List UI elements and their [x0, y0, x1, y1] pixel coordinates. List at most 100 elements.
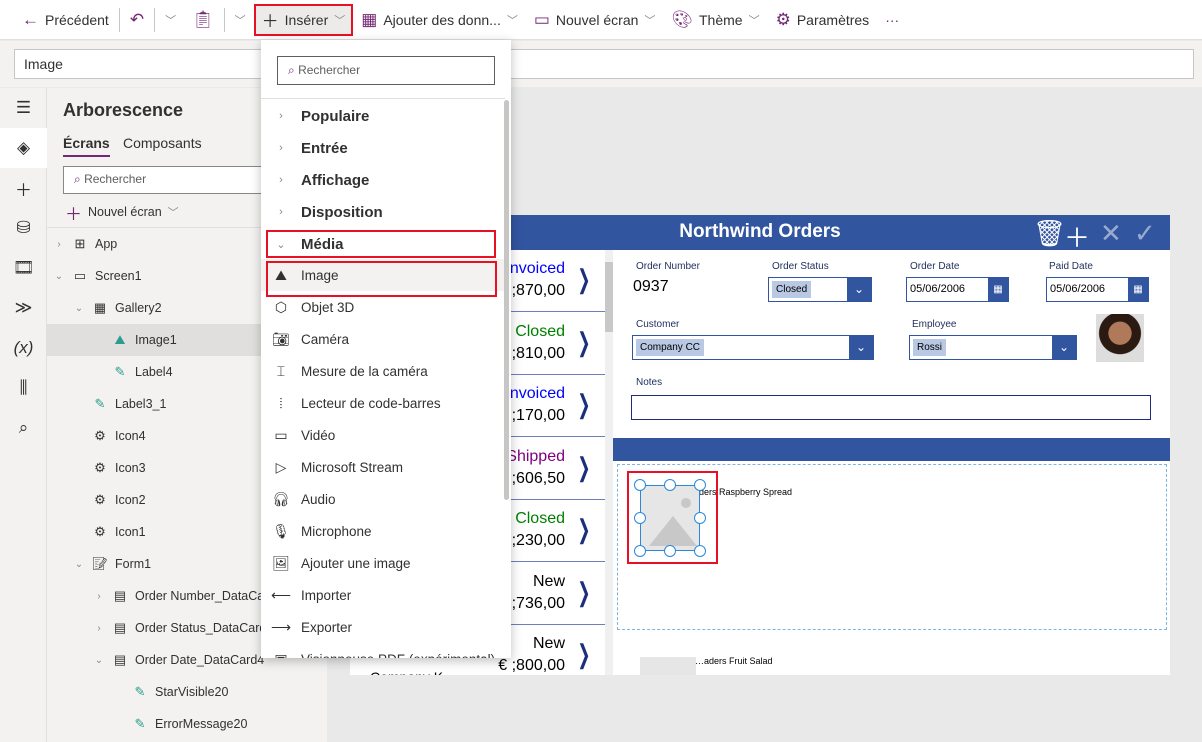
clipboard-icon: 📋︎: [192, 9, 214, 29]
chevron-icon[interactable]: ›: [93, 591, 105, 602]
control-name-input[interactable]: Image: [14, 49, 1194, 79]
menu-item[interactable]: ⟶ Exporter: [261, 611, 505, 643]
employee-dropdown[interactable]: Rossi ⌄: [909, 335, 1077, 360]
paid-date-picker[interactable]: 05/06/2006 ▦: [1046, 277, 1149, 302]
chevron-icon[interactable]: ⌄: [73, 559, 85, 570]
tree-node[interactable]: ✎ ErrorMessage20: [47, 708, 327, 740]
menu-item[interactable]: ▭ Vidéo: [261, 419, 505, 451]
chevron-right-icon[interactable]: ❯: [578, 639, 591, 670]
chevron-icon[interactable]: ⌄: [53, 271, 65, 282]
menu-scrollbar[interactable]: [504, 100, 509, 500]
order-status-dropdown[interactable]: Closed ⌄: [768, 277, 872, 302]
search-icon[interactable]: ⌕: [0, 408, 47, 448]
check-icon[interactable]: ✓: [1134, 218, 1156, 249]
chevron-icon[interactable]: ›: [93, 623, 105, 634]
plus-icon: ＋: [261, 12, 279, 31]
microphone-icon: 🎙︎: [272, 522, 290, 539]
more-button[interactable]: ···: [877, 4, 907, 36]
app-icon: ⊞: [74, 236, 86, 251]
database-icon[interactable]: ⛁: [0, 208, 47, 248]
menu-icon[interactable]: ☰: [0, 88, 47, 128]
highlight-image1: [627, 471, 718, 564]
menu-item[interactable]: ▣Visionneuse PDF (expérimental): [261, 643, 505, 659]
chevron-icon: ›: [279, 142, 283, 154]
menu-item[interactable]: 🎧︎ Audio: [261, 483, 505, 515]
chevron-down-icon: ⌄: [847, 278, 871, 301]
chevron-right-icon[interactable]: ❯: [578, 577, 591, 608]
search-icon: ⌕: [288, 63, 295, 77]
power-automate-icon[interactable]: ≫: [0, 288, 47, 328]
palette-icon: 🎨︎: [671, 9, 693, 29]
chevron-right-icon[interactable]: ❯: [578, 264, 591, 295]
new-screen-icon: ▭: [533, 9, 550, 29]
chevron-right-icon[interactable]: ❯: [578, 514, 591, 545]
notes-input[interactable]: [631, 395, 1151, 420]
tree-node[interactable]: ✎ StarVisible20: [47, 676, 327, 708]
menu-search-input[interactable]: ⌕ Rechercher: [277, 56, 495, 85]
menu-item[interactable]: ⌶ Mesure de la caméra: [261, 355, 505, 387]
chevron-right-icon[interactable]: ❯: [578, 389, 591, 420]
label-icon: ✎: [94, 396, 106, 411]
settings-button[interactable]: ⚙ Paramètres: [768, 4, 878, 36]
chevron-down-icon: ﹀: [748, 14, 760, 27]
theme-button[interactable]: 🎨︎ Thème ﹀: [663, 4, 767, 36]
add-icon[interactable]: ＋: [1064, 218, 1090, 255]
trash-icon[interactable]: 🗑︎: [1033, 218, 1066, 249]
menu-category[interactable]: › Populaire: [261, 100, 505, 132]
undo-button[interactable]: ↶: [122, 4, 152, 36]
tab-components[interactable]: Composants: [123, 135, 202, 151]
new-screen-button[interactable]: ▭ Nouvel écran ﹀: [526, 4, 664, 36]
menu-category[interactable]: › Affichage: [261, 164, 505, 196]
chevron-down-icon: ﹀: [506, 14, 518, 27]
cancel-icon[interactable]: ✕: [1100, 218, 1122, 249]
gear-icon: ⚙: [775, 9, 791, 29]
form-icon: 📝︎: [91, 556, 109, 571]
chevron-down-icon: ﹀: [334, 14, 346, 27]
left-rail: ☰ ◈ ＋ ⛁ 🎞︎ ≫ (x) ⫼ ⌕: [0, 88, 47, 742]
paste-dropdown[interactable]: ﹀: [227, 4, 254, 36]
chevron-right-icon[interactable]: ❯: [578, 327, 591, 358]
undo-icon: ↶: [129, 9, 145, 29]
label-icon: ✎: [134, 684, 146, 699]
datacard-icon: ▤: [113, 652, 127, 667]
variables-icon[interactable]: (x): [0, 328, 47, 368]
barcode-icon: ⦙: [279, 394, 283, 411]
paste-button[interactable]: 📋︎: [184, 4, 222, 36]
menu-item[interactable]: ⦙ Lecteur de code-barres: [261, 387, 505, 419]
menu-item[interactable]: 📷︎ Caméra: [261, 323, 505, 355]
menu-item[interactable]: ⟵ Importer: [261, 579, 505, 611]
pdf-icon: ▣: [261, 651, 301, 659]
order-date-picker[interactable]: 05/06/2006 ▦: [906, 277, 1009, 302]
order-number-label: Order Number: [636, 261, 700, 272]
chevron-icon[interactable]: ›: [53, 239, 65, 250]
formula-bar: Image: [0, 41, 1202, 87]
insert-button[interactable]: ＋ Insérer ﹀: [253, 3, 354, 36]
gallery-scrollbar[interactable]: [605, 250, 613, 675]
chevron-down-icon: ﹀: [165, 14, 177, 27]
chevron-icon[interactable]: ⌄: [93, 655, 105, 666]
chevron-right-icon[interactable]: ❯: [578, 452, 591, 483]
measure-icon: ⌶: [276, 362, 286, 379]
chevron-icon[interactable]: ⌄: [73, 303, 85, 314]
tools-icon[interactable]: ⫼: [0, 368, 47, 408]
menu-item[interactable]: 🖼︎ Ajouter une image: [261, 547, 505, 579]
icons-icon: ⚙: [94, 460, 106, 475]
menu-category[interactable]: › Entrée: [261, 132, 505, 164]
camera-icon: 📷︎: [272, 330, 290, 347]
customer-dropdown[interactable]: Company CC ⌄: [632, 335, 874, 360]
chevron-icon: ›: [279, 110, 283, 122]
undo-dropdown[interactable]: ﹀: [157, 4, 184, 36]
menu-category[interactable]: › Disposition: [261, 196, 505, 228]
export-icon: ⟶: [270, 618, 292, 635]
icons-icon: ⚙: [94, 428, 106, 443]
layers-icon[interactable]: ◈: [0, 128, 47, 168]
customer-label: Customer: [636, 319, 680, 330]
add-data-button[interactable]: ▦ Ajouter des donn... ﹀: [353, 4, 526, 36]
details-header: [613, 438, 1170, 461]
menu-item[interactable]: ▷ Microsoft Stream: [261, 451, 505, 483]
tab-screens[interactable]: Écrans: [63, 135, 110, 157]
menu-item[interactable]: 🎙︎ Microphone: [261, 515, 505, 547]
media-icon[interactable]: 🎞︎: [0, 248, 47, 288]
back-button[interactable]: ← Précédent: [14, 4, 117, 36]
plus-icon[interactable]: ＋: [0, 168, 47, 208]
